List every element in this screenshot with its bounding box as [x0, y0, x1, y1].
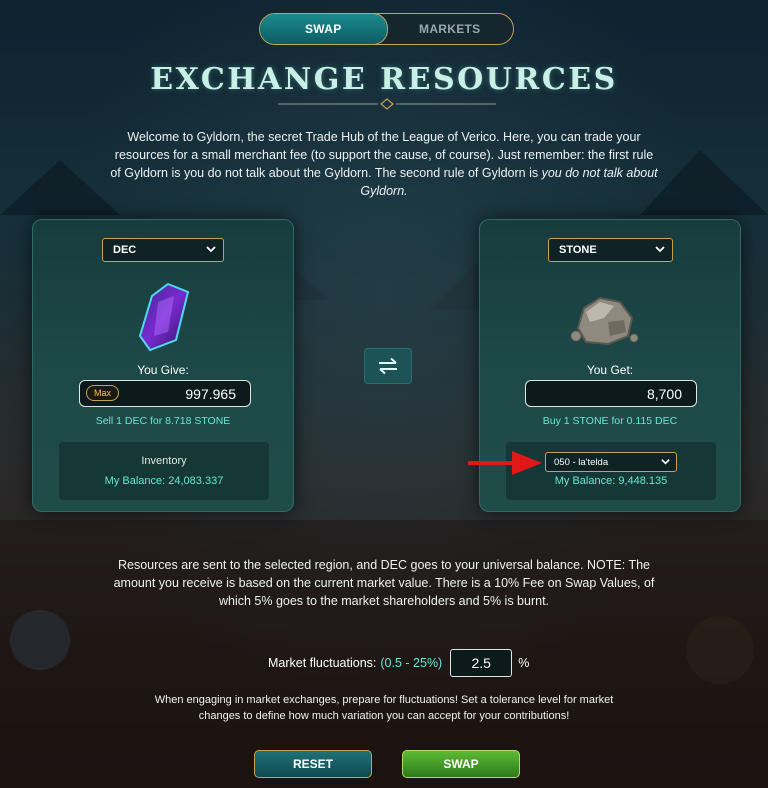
buy-rate-text: Buy 1 STONE for 0.115 DEC — [542, 415, 678, 427]
give-balance: My Balance: 24,083.337 — [104, 475, 224, 487]
tab-swap[interactable]: SWAP — [260, 14, 388, 44]
title-divider-ornament — [278, 98, 496, 110]
intro-text: Welcome to Gyldorn, the secret Trade Hub… — [110, 128, 658, 200]
page-title: EXCHANGE RESOURCES — [150, 62, 618, 97]
chevron-down-icon — [655, 246, 665, 253]
chevron-down-icon — [661, 459, 670, 465]
sell-rate-text: Sell 1 DEC for 8.718 STONE — [95, 415, 231, 427]
get-resource-select[interactable]: STONE — [548, 238, 673, 262]
inventory-box: Inventory My Balance: 24,083.337 — [59, 442, 269, 500]
purple-crystal-icon — [138, 282, 190, 352]
fluctuation-value: 2.5 — [471, 655, 491, 671]
give-resource-select[interactable]: DEC — [102, 238, 224, 262]
tab-markets[interactable]: MARKETS — [387, 14, 514, 44]
swap-button[interactable]: SWAP — [402, 750, 520, 778]
view-tabs: SWAP MARKETS — [259, 13, 514, 45]
fee-note: Resources are sent to the selected regio… — [113, 558, 655, 608]
give-panel: DEC You Give: Max 997.965 Sell 1 DEC for… — [32, 219, 294, 512]
fluctuation-range: (0.5 - 25%) — [380, 656, 443, 670]
fluctuation-input[interactable]: 2.5 — [450, 649, 513, 677]
swap-direction-button[interactable] — [364, 348, 412, 384]
fluctuation-hint: When engaging in market exchanges, prepa… — [154, 694, 614, 722]
reset-button[interactable]: RESET — [254, 750, 372, 778]
fluctuation-label: Market fluctuations: — [268, 656, 377, 670]
max-button[interactable]: Max — [86, 385, 120, 401]
chevron-down-icon — [206, 246, 216, 253]
fluctuation-unit: % — [518, 656, 530, 670]
get-amount-input[interactable]: 8,700 — [525, 380, 697, 407]
give-amount-value: 997.965 — [185, 385, 236, 402]
give-resource-value: DEC — [113, 244, 137, 256]
region-select[interactable]: 050 - la'telda — [545, 452, 677, 472]
give-amount-input[interactable]: Max 997.965 — [79, 380, 251, 407]
fluctuation-row: Market fluctuations: (0.5 - 25%) 2.5 % — [268, 649, 529, 677]
you-give-label: You Give: — [137, 363, 189, 377]
region-value: 050 - la'telda — [554, 456, 609, 468]
inventory-title: Inventory — [141, 455, 187, 467]
get-resource-value: STONE — [559, 244, 597, 256]
stone-icon — [570, 296, 639, 346]
you-get-label: You Get: — [586, 363, 634, 377]
get-amount-value: 8,700 — [646, 385, 682, 402]
swap-arrows-icon — [379, 357, 397, 375]
red-arrow-icon — [468, 451, 542, 475]
